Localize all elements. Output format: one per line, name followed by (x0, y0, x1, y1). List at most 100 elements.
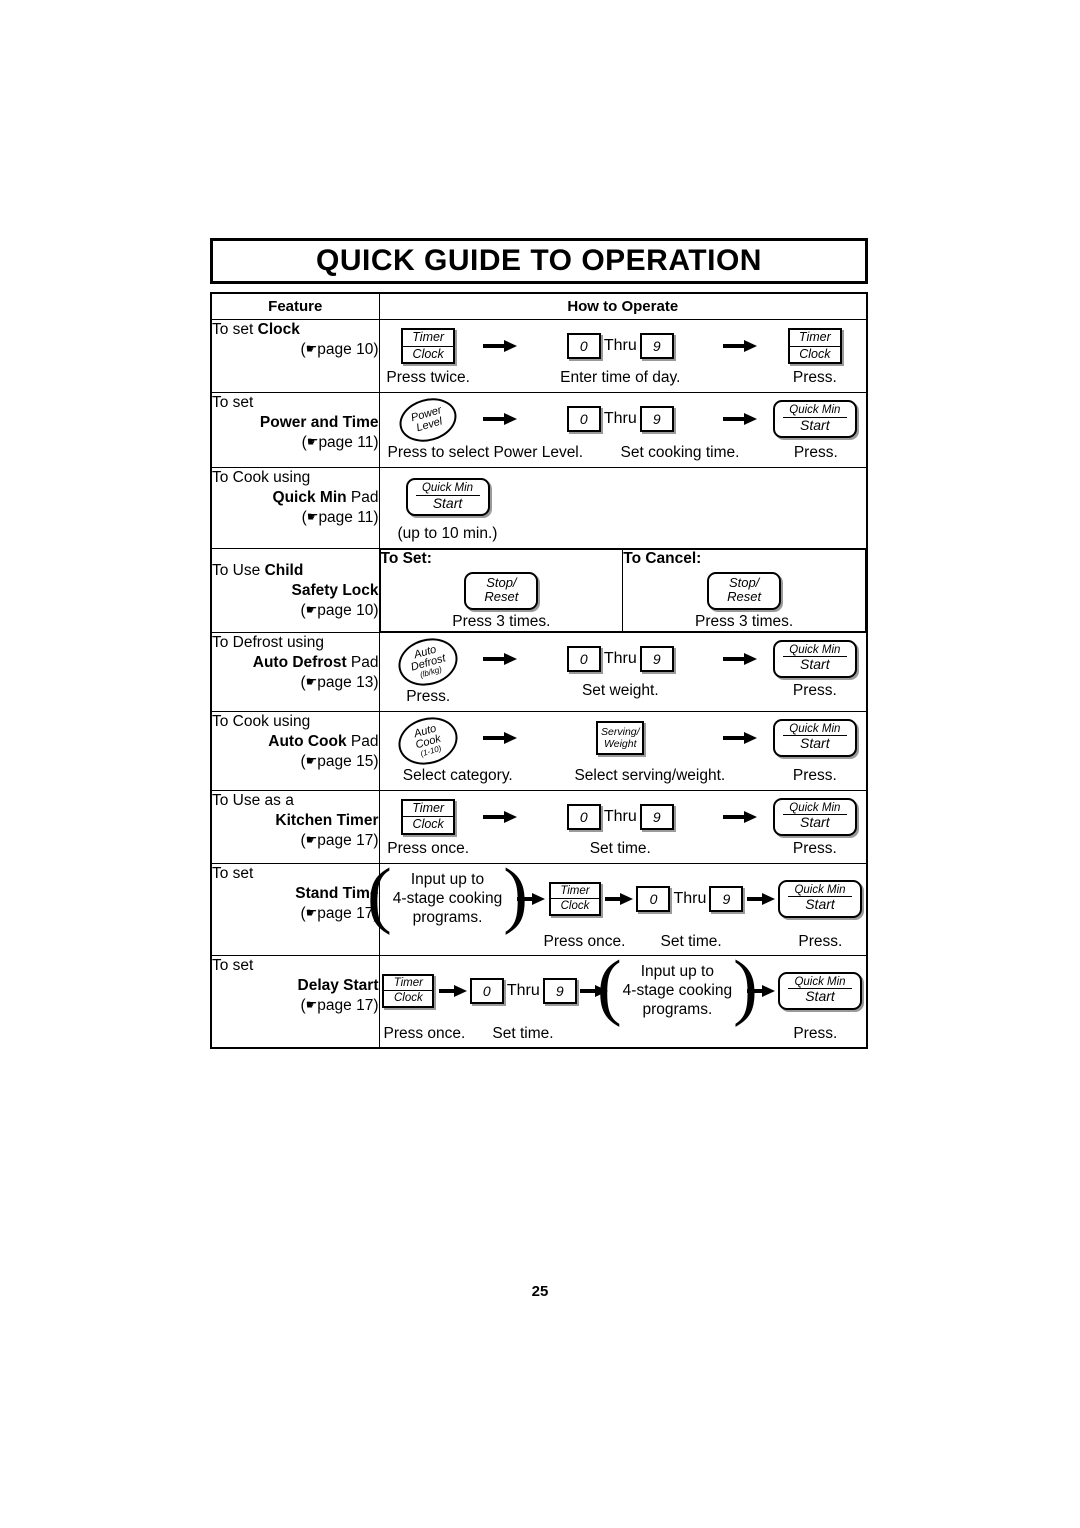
number-key-0[interactable]: 0 (566, 406, 601, 432)
paren-open: ( (301, 509, 307, 526)
quick-min-start-pad[interactable]: Quick Min Start (778, 971, 863, 1010)
stop-reset-pad[interactable]: Stop/Reset (707, 572, 782, 610)
operate-cell-kitchen-timer: Timer Clock Press once. 0 Thru 9 Set time… (378, 789, 868, 864)
paren-close: ) (373, 434, 379, 451)
pad-label-top: Quick Min (782, 644, 847, 658)
number-key-9[interactable]: 9 (639, 803, 674, 830)
step-timer-clock: Timer Clock Press once. (386, 797, 471, 858)
step-arrow (602, 868, 637, 930)
step-power-level: Power Level (386, 391, 471, 449)
pad-label-bottom: Start (800, 656, 830, 673)
number-key-9[interactable]: 9 (709, 885, 744, 912)
number-key-9[interactable]: 9 (639, 645, 674, 672)
pointing-hand-icon: ☛ (305, 603, 318, 619)
number-key-0[interactable]: 0 (469, 977, 504, 1004)
paren-close: ) (373, 996, 379, 1014)
pad-label-top: Timer (789, 330, 840, 347)
feature-line-1: To Cook using (212, 712, 311, 730)
step-caption: Press. (793, 1024, 838, 1042)
timer-clock-pad[interactable]: Timer Clock (401, 798, 456, 835)
page-title: QUICK GUIDE TO OPERATION (316, 244, 762, 277)
step-quick-min-start: Quick Min Start (up to 10 min.) (386, 478, 536, 543)
step-caption: Press 3 times. (695, 612, 794, 630)
page-ref-text: page 10 (317, 602, 374, 620)
serving-weight-pad[interactable]: Serving/Weight (596, 720, 645, 755)
step-number-entry: 0 Thru 9 (469, 960, 577, 1022)
page-reference: (☛page 11) (212, 433, 379, 454)
step-sequence: Power Level 0 Thru 9 Quick Min Start (386, 391, 861, 449)
page-ref-text: page 10 (317, 341, 374, 358)
note-line-2: 4-stage cooking (392, 890, 503, 908)
paren-open: ( (300, 673, 306, 691)
number-range: 0 Thru 9 (566, 645, 674, 672)
quick-min-start-pad[interactable]: Quick Min Start (772, 718, 857, 757)
timer-clock-pad[interactable]: Timer Clock (787, 328, 842, 364)
pad-label-top: Timer (550, 884, 599, 900)
step-caption: Select category. (402, 766, 513, 784)
step-caption: Press. (798, 932, 843, 950)
quick-min-start-pad[interactable]: Quick Min Start (772, 797, 857, 836)
stop-reset-pad[interactable]: Stop/Reset (464, 572, 539, 610)
split-panel: To Set: Stop/Reset Press 3 times. To Can… (379, 549, 867, 632)
timer-clock-pad[interactable]: Timer Clock (382, 973, 435, 1008)
feature-line-2: Delay Start (212, 976, 379, 996)
power-level-dial[interactable]: Power Level (394, 391, 462, 449)
number-key-0[interactable]: 0 (636, 885, 671, 912)
paren-open: ( (300, 752, 306, 770)
arrow-right-icon (723, 340, 758, 352)
quick-guide-table: Feature How to Operate To set Clock (☛pa… (210, 292, 868, 1049)
pad-label-bottom: Clock (412, 346, 444, 361)
feature-keyword: Quick Min (272, 489, 347, 506)
thru-label: Thru (603, 410, 637, 427)
pointing-hand-icon: ☛ (305, 753, 318, 769)
quick-min-start-pad[interactable]: Quick Min Start (772, 639, 857, 678)
pad-label-bottom: Start (432, 494, 463, 511)
paren-open: ( (300, 602, 306, 620)
arrow-right-icon (483, 731, 518, 744)
quick-min-start-pad[interactable]: Quick Min Start (772, 399, 857, 439)
paren-note: ( Input up to 4-stage cooking programs. … (597, 945, 758, 1028)
step-number-entry: 0 Thru 9 (636, 868, 744, 930)
step-caption: Press once. (383, 1024, 466, 1042)
pad-label-top: Quick Min (782, 404, 847, 418)
step-sequence: Auto Cook (1-10) Serving/Weight Quick Min S… (386, 710, 861, 772)
operate-cell-auto-defrost: Auto Defrost (lb/kg) Press. 0 Thru 9 Set w… (378, 631, 868, 712)
operate-cell-stand-time: ( Input up to 4-stage cooking programs. … (367, 858, 868, 956)
feature-line-1: To Use as a (212, 791, 294, 809)
step-arrow (711, 718, 770, 758)
number-key-9[interactable]: 9 (639, 333, 674, 359)
page-reference: (☛page 17) (212, 831, 378, 852)
auto-cook-dial[interactable]: Auto Cook (1-10) (393, 710, 464, 772)
step-caption: Enter time of day. (560, 369, 681, 386)
timer-clock-pad[interactable]: Timer Clock (548, 881, 601, 916)
step-caption: Press once. (387, 839, 470, 857)
quick-min-start-pad[interactable]: Quick Min Start (405, 478, 490, 517)
page-ref-text: page 11 (318, 509, 374, 526)
paren-open: ( (301, 434, 307, 451)
number-key-0[interactable]: 0 (566, 645, 601, 672)
feature-keyword: Delay Start (297, 976, 379, 994)
number-key-9[interactable]: 9 (639, 406, 674, 432)
number-key-0[interactable]: 0 (566, 803, 601, 830)
page-reference: (☛page 13) (212, 673, 378, 694)
step-caption: Set time. (492, 1024, 554, 1042)
feature-prefix: To set (212, 321, 258, 338)
number-key-0[interactable]: 0 (566, 333, 601, 359)
arrow-right-icon (746, 984, 775, 997)
pad-label-top: Timer (403, 330, 454, 347)
feature-cell-stand-time: To set Stand Time (☛page 17) (210, 862, 380, 956)
pad-label-bottom: Start (800, 735, 830, 752)
number-key-9[interactable]: 9 (542, 977, 577, 1004)
feature-suffix: Pad (346, 489, 379, 506)
table-row: To set Clock (☛page 10) Timer Clock Press… (210, 319, 868, 393)
page-ref-text: page 15 (317, 752, 374, 770)
timer-clock-pad[interactable]: Timer Clock (401, 328, 456, 364)
auto-defrost-dial[interactable]: Auto Defrost (lb/kg) (393, 631, 464, 693)
pad-label-bottom: Clock (560, 900, 590, 913)
feature-cell-delay-start: To set Delay Start (☛page 17) (210, 954, 380, 1049)
thru-label: Thru (506, 981, 540, 999)
pad-label-bottom: Start (805, 988, 835, 1005)
quick-min-start-pad[interactable]: Quick Min Start (778, 879, 863, 918)
paren-open-large: ( (597, 945, 622, 1028)
arrow-right-icon (723, 810, 758, 823)
